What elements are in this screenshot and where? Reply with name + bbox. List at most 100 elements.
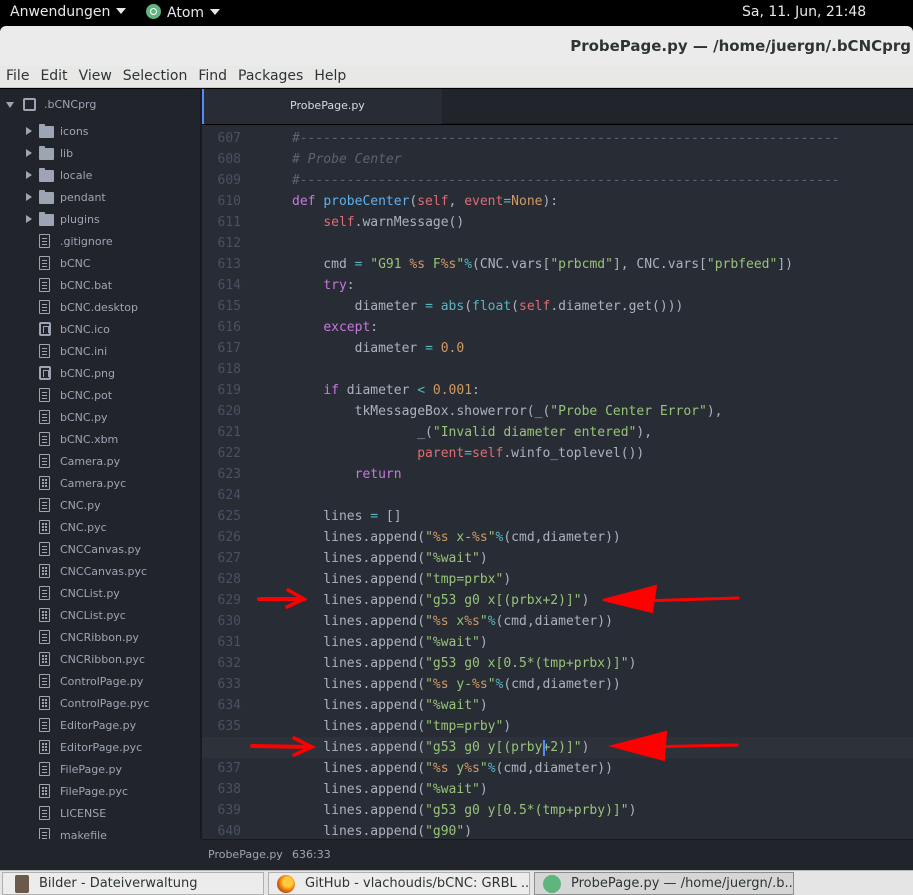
code-line[interactable]: lines.append("%s y-%s"%(cmd,diameter)): [292, 674, 913, 695]
tree-file-filepage-py[interactable]: FilePage.py: [0, 759, 200, 781]
code-line[interactable]: self.warnMessage(): [292, 212, 913, 233]
menu-file[interactable]: File: [0, 66, 34, 84]
tree-file-bcnc-xbm[interactable]: bCNC.xbm: [0, 429, 200, 451]
code-line[interactable]: lines.append("%s x-%s"%(cmd,diameter)): [292, 527, 913, 548]
tree-file-cnclist-pyc[interactable]: CNCList.pyc: [0, 605, 200, 627]
code-line[interactable]: diameter = abs(float(self.diameter.get()…: [292, 296, 913, 317]
menu-edit[interactable]: Edit: [34, 66, 72, 84]
tree-file-bcnc-desktop[interactable]: bCNC.desktop: [0, 297, 200, 319]
code-line[interactable]: # Probe Center: [292, 149, 913, 170]
line-number: 631: [217, 635, 241, 650]
taskbar-firefox[interactable]: GitHub - vlachoudis/bCNC: GRBL ...: [268, 872, 530, 895]
tree-file-bcnc-bat[interactable]: bCNC.bat: [0, 275, 200, 297]
tab-probepage[interactable]: ProbePage.py: [202, 89, 442, 124]
tree-item-label: bCNC: [60, 257, 91, 270]
tree-file-cncribbon-py[interactable]: CNCRibbon.py: [0, 627, 200, 649]
tree-file-bcnc-ini[interactable]: bCNC.ini: [0, 341, 200, 363]
code-line[interactable]: lines.append("%wait"): [292, 548, 913, 569]
tree-file-controlpage-pyc[interactable]: ControlPage.pyc: [0, 693, 200, 715]
tree-folder-locale[interactable]: locale: [0, 165, 200, 187]
code-lines[interactable]: #---------------------------------------…: [202, 125, 913, 839]
tree-file-camera-py[interactable]: Camera.py: [0, 451, 200, 473]
code-line[interactable]: lines.append("tmp=prbx"): [292, 569, 913, 590]
menu-find[interactable]: Find: [192, 66, 232, 84]
taskbar-file-manager[interactable]: Bilder - Dateiverwaltung: [2, 872, 264, 895]
code-line[interactable]: return: [292, 464, 913, 485]
tree-file-filepage-pyc[interactable]: FilePage.pyc: [0, 781, 200, 803]
code-line[interactable]: tkMessageBox.showerror(_("Probe Center E…: [292, 401, 913, 422]
code-line[interactable]: if diameter < 0.001:: [292, 380, 913, 401]
tree-file-cnc-pyc[interactable]: CNC.pyc: [0, 517, 200, 539]
code-line[interactable]: lines.append("%s x%s"%(cmd,diameter)): [292, 611, 913, 632]
tree-file-controlpage-py[interactable]: ControlPage.py: [0, 671, 200, 693]
code-line[interactable]: #---------------------------------------…: [292, 170, 913, 191]
code-line[interactable]: [292, 233, 913, 254]
menu-selection[interactable]: Selection: [117, 66, 193, 84]
code-line[interactable]: lines.append("g53 g0 x[0.5*(tmp+prbx)]"): [292, 653, 913, 674]
tree-file-bcnc-py[interactable]: bCNC.py: [0, 407, 200, 429]
line-number: 621: [217, 425, 241, 440]
window-titlebar[interactable]: ProbePage.py — /home/juergn/.bCNCprg: [0, 26, 913, 66]
tree-file-cnc-py[interactable]: CNC.py: [0, 495, 200, 517]
tree-folder-icons[interactable]: icons: [0, 121, 200, 143]
code-line[interactable]: lines.append("g90"): [292, 821, 913, 839]
tree-item-label: bCNC.py: [60, 411, 108, 424]
tree-root[interactable]: .bCNCprg: [0, 94, 200, 116]
code-line[interactable]: lines.append("g53 g0 y[(prby+2)]"): [202, 737, 913, 758]
tree-item-label: bCNC.ini: [60, 345, 108, 358]
tree-file-editorpage-pyc[interactable]: EditorPage.pyc: [0, 737, 200, 759]
code-line[interactable]: _("Invalid diameter entered"),: [292, 422, 913, 443]
chevron-right-icon: [26, 149, 32, 157]
tree-file-gitignore[interactable]: .gitignore: [0, 231, 200, 253]
code-line[interactable]: [292, 485, 913, 506]
file-manager-icon: [15, 875, 29, 893]
tree-file-license[interactable]: LICENSE: [0, 803, 200, 825]
code-line[interactable]: def probeCenter(self, event=None):: [292, 191, 913, 212]
menu-help[interactable]: Help: [308, 66, 351, 84]
tree-folder-lib[interactable]: lib: [0, 143, 200, 165]
tree-folder-plugins[interactable]: plugins: [0, 209, 200, 231]
tree-item-label: CNCList.py: [60, 587, 120, 600]
code-line[interactable]: [292, 359, 913, 380]
status-cursor-position[interactable]: 636:33: [292, 848, 331, 861]
applications-menu[interactable]: Anwendungen: [10, 4, 127, 20]
clock[interactable]: Sa, 11. Jun, 21:48: [742, 4, 866, 20]
tree-folder-pendant[interactable]: pendant: [0, 187, 200, 209]
code-line[interactable]: cmd = "G91 %s F%s"%(CNC.vars["prbcmd"], …: [292, 254, 913, 275]
line-number: 607: [217, 131, 241, 146]
tree-item-label: bCNC.desktop: [60, 301, 138, 314]
status-file[interactable]: ProbePage.py: [208, 848, 283, 861]
repo-icon: [23, 98, 36, 111]
tree-file-cnccanvas-py[interactable]: CNCCanvas.py: [0, 539, 200, 561]
line-number: 613: [217, 257, 241, 272]
code-editor[interactable]: 607 608 609 610 611 612 613 614 615 616 617 618 619 6…: [202, 125, 913, 839]
code-line[interactable]: #---------------------------------------…: [292, 128, 913, 149]
code-line[interactable]: lines.append("%s y%s"%(cmd,diameter)): [292, 758, 913, 779]
code-line[interactable]: lines.append("g53 g0 x[(prbx+2)]"): [292, 590, 913, 611]
tree-file-editorpage-py[interactable]: EditorPage.py: [0, 715, 200, 737]
menu-view[interactable]: View: [73, 66, 117, 84]
menu-packages[interactable]: Packages: [232, 66, 308, 84]
tree-file-camera-pyc[interactable]: Camera.pyc: [0, 473, 200, 495]
code-line[interactable]: lines = []: [292, 506, 913, 527]
tree-item-label: bCNC.bat: [60, 279, 113, 292]
tree-file-cnccanvas-pyc[interactable]: CNCCanvas.pyc: [0, 561, 200, 583]
taskbar-atom[interactable]: ProbePage.py — /home/juergn/.b...: [534, 872, 794, 895]
code-line[interactable]: lines.append("tmp=prby"): [292, 716, 913, 737]
tree-file-bcnc-ico[interactable]: bCNC.ico: [0, 319, 200, 341]
code-line[interactable]: lines.append("g53 g0 y[0.5*(tmp+prby)]"): [292, 800, 913, 821]
code-line[interactable]: parent=self.winfo_toplevel()): [292, 443, 913, 464]
tree-file-bcnc-png[interactable]: bCNC.png: [0, 363, 200, 385]
code-line[interactable]: try:: [292, 275, 913, 296]
code-line[interactable]: lines.append("%wait"): [292, 632, 913, 653]
tree-file-cncribbon-pyc[interactable]: CNCRibbon.pyc: [0, 649, 200, 671]
code-line[interactable]: lines.append("%wait"): [292, 779, 913, 800]
tree-file-cnclist-py[interactable]: CNCList.py: [0, 583, 200, 605]
app-menu[interactable]: Atom: [146, 4, 221, 21]
code-line[interactable]: lines.append("%wait"): [292, 695, 913, 716]
code-line[interactable]: except:: [292, 317, 913, 338]
code-line[interactable]: diameter = 0.0: [292, 338, 913, 359]
tree-file-bcnc[interactable]: bCNC: [0, 253, 200, 275]
file-binary-icon: [39, 696, 50, 710]
tree-file-bcnc-pot[interactable]: bCNC.pot: [0, 385, 200, 407]
